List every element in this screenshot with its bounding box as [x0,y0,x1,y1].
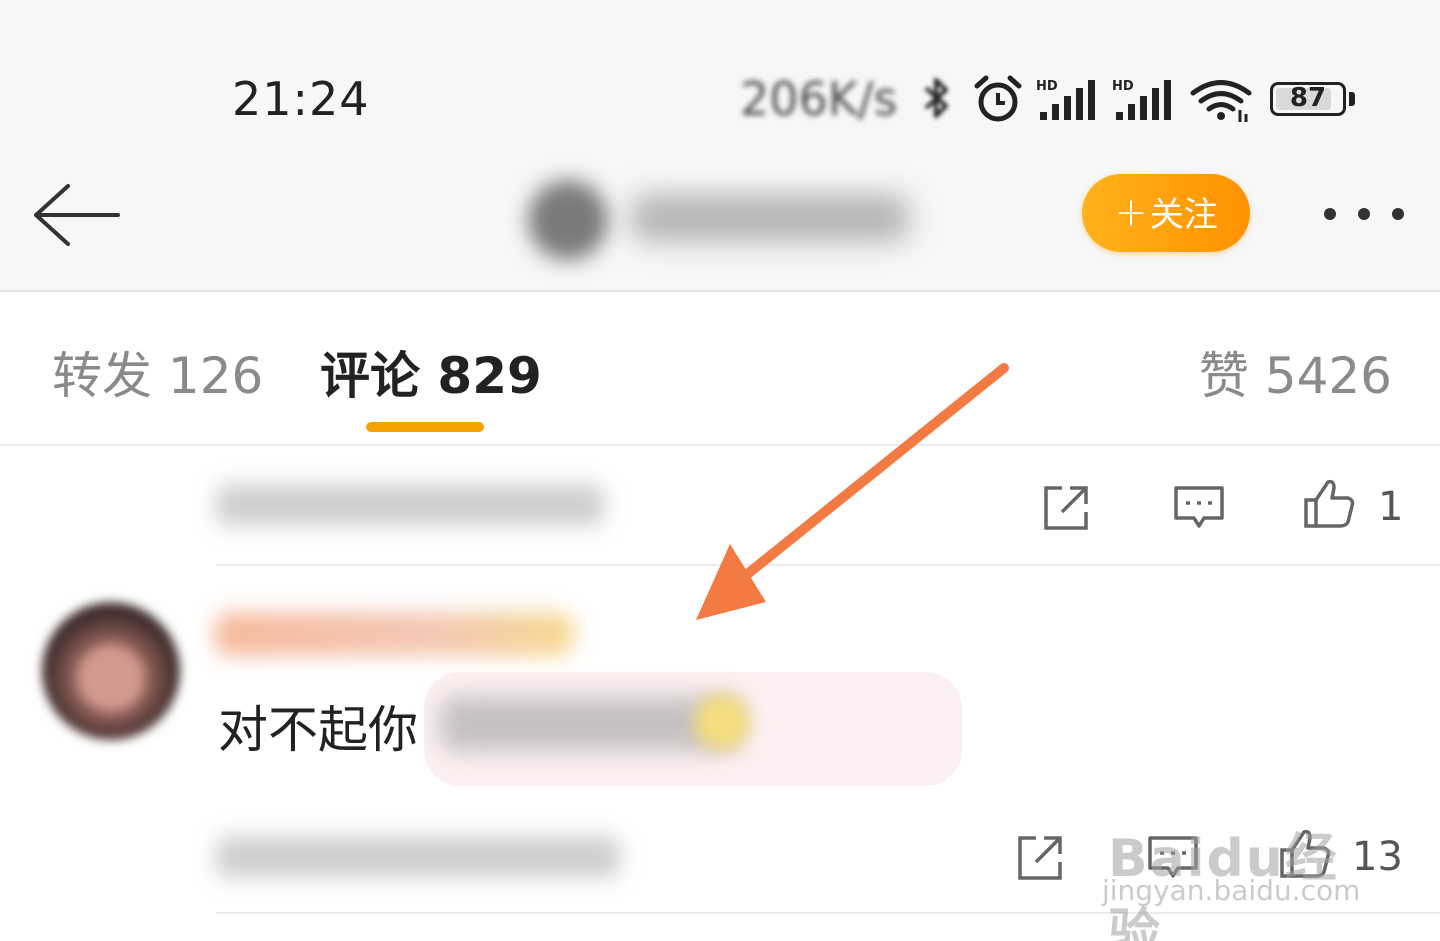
svg-text:HD: HD [1112,79,1134,94]
commenter-avatar[interactable] [42,602,180,740]
annotation-arrow [696,363,1009,620]
comment-text: 对不起你 [218,701,418,759]
author-name-blurred[interactable] [630,194,910,242]
plus-icon: + [1114,190,1148,236]
thumbs-up-icon[interactable] [1302,478,1356,530]
back-arrow-icon[interactable] [32,180,122,250]
baidu-watermark: Baidu经验 jingyan.baidu.com [1100,780,1380,941]
hd-signal-icon: HD [1036,79,1095,120]
follow-label: 关注 [1149,195,1218,235]
status-time: 21:24 [232,72,370,126]
alarm-icon [974,75,1022,122]
share-icon[interactable] [1014,832,1068,884]
like-count: 1 [1378,484,1404,530]
active-tab-indicator [366,422,484,432]
commenter-name-blurred[interactable] [214,612,574,656]
comment-page: 21:24 206K/s HD HD 87 +关注 转发 126 评论 829 … [0,0,1440,941]
battery-icon: 87 [1270,82,1346,116]
network-speed: 206K/s [740,72,898,126]
tab-like[interactable]: 赞 5426 [1199,336,1392,408]
more-dots-icon[interactable] [1320,202,1406,226]
follow-button[interactable]: +关注 [1082,174,1250,252]
share-icon[interactable] [1040,482,1094,534]
battery-nub [1349,92,1355,106]
emoji-icon [694,694,750,750]
bluetooth-icon [924,78,948,118]
comment-meta-blurred [216,836,620,878]
wifi-icon [1190,80,1252,122]
battery-level: 87 [1289,83,1327,113]
tab-comment[interactable]: 评论 829 [320,336,542,408]
reply-icon[interactable] [1172,482,1226,534]
nav-bar: +关注 [0,150,1440,292]
svg-text:HD: HD [1036,79,1058,94]
watermark-url: jingyan.baidu.com [1102,874,1361,907]
tab-repost[interactable]: 转发 126 [52,336,263,408]
author-avatar-blurred[interactable] [528,180,608,260]
comment-meta-blurred [216,484,604,526]
hd-signal-icon: HD [1112,79,1171,120]
status-bar: 21:24 206K/s HD HD 87 [0,0,1440,150]
